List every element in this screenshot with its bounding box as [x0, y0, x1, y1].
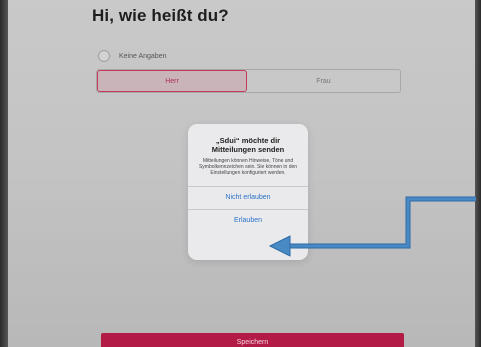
- gender-option-frau[interactable]: Frau: [247, 70, 400, 92]
- alert-title: „Sdui“ möchte dir Mitteilungen senden: [211, 136, 285, 154]
- deny-button[interactable]: Nicht erlauben: [188, 187, 308, 209]
- app-screen: Hi, wie heißt du? Keine Angaben Herr Fra…: [8, 0, 475, 347]
- alert-message: Mitteilungen können Hinweise, Töne und S…: [198, 158, 298, 176]
- notification-permission-alert: „Sdui“ möchte dir Mitteilungen senden Mi…: [188, 124, 308, 260]
- radio-label: Keine Angaben: [119, 52, 167, 60]
- page-title: Hi, wie heißt du?: [92, 6, 229, 25]
- device-bezel-right: [475, 0, 481, 347]
- radio-circle-icon[interactable]: [98, 50, 110, 62]
- device-bezel-left: [0, 0, 8, 347]
- allow-button[interactable]: Erlauben: [188, 210, 308, 232]
- gender-segmented-control: Herr Frau: [96, 69, 401, 93]
- gender-option-herr[interactable]: Herr: [97, 70, 247, 92]
- save-button[interactable]: Speichern: [101, 333, 404, 347]
- no-answer-option[interactable]: Keine Angaben: [98, 50, 167, 62]
